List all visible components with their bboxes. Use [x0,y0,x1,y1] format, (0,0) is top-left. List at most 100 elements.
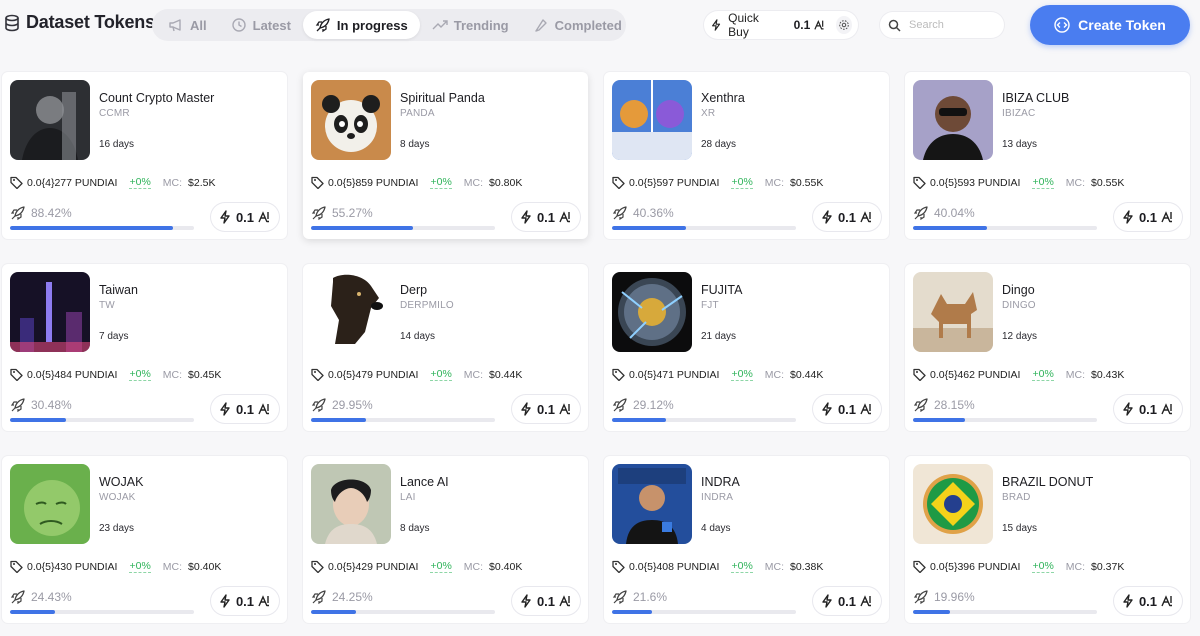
rocket-icon [913,398,928,413]
token-card[interactable]: BRAZIL DONUT BRAD 15 days 0.0{5}396 PUND… [905,456,1190,623]
tab-latest[interactable]: Latest [219,11,303,39]
page-title: Dataset Tokens [26,12,155,32]
rocket-icon [10,206,25,221]
quick-buy-button[interactable]: 0.1 [512,395,580,423]
market-cap-label: MC: [1065,368,1086,381]
token-change: +0% [430,560,452,573]
progress-percent: 30.48% [31,398,72,412]
token-name: Count Crypto Master [99,91,215,105]
quick-buy-button[interactable]: 0.1 [211,203,279,231]
token-name: FUJITA [701,283,743,297]
progress-bar [913,226,1097,230]
quick-buy[interactable]: Quick Buy 0.1 [704,11,858,39]
database-icon [5,14,19,31]
token-name: WOJAK [99,475,144,489]
token-age: 12 days [1002,331,1038,342]
quick-buy-button[interactable]: 0.1 [512,203,580,231]
rocket-icon [311,398,326,413]
megaphone-icon [169,19,181,32]
token-name: Taiwan [99,283,138,297]
market-cap-value: $0.43K [1091,368,1125,381]
market-cap-label: MC: [764,560,785,573]
token-change: +0% [430,176,452,189]
bonding-progress: 55.27% [311,205,373,221]
token-ticker: PANDA [400,108,435,119]
token-card[interactable]: Xenthra XR 28 days 0.0{5}597 PUNDIAI +0%… [604,72,889,239]
tab-completed[interactable]: Completed [521,11,634,39]
token-meta: 0.0{5}597 PUNDIAI +0% MC: $0.55K [612,176,823,189]
tab-all[interactable]: All [156,11,219,39]
tag-icon [913,368,926,381]
token-change: +0% [129,368,151,381]
token-card[interactable]: Spiritual Panda PANDA 8 days 0.0{5}859 P… [303,72,588,239]
quick-buy-settings[interactable] [836,16,852,34]
token-card[interactable]: FUJITA FJT 21 days 0.0{5}471 PUNDIAI +0%… [604,264,889,431]
market-cap-value: $0.44K [489,368,523,381]
tab-label: Trending [453,17,509,33]
token-card[interactable]: WOJAK WOJAK 23 days 0.0{5}430 PUNDIAI +0… [2,456,287,623]
tab-trending[interactable]: Trending [420,11,521,39]
tab-label: In progress [336,17,408,33]
quick-buy-button[interactable]: 0.1 [211,395,279,423]
lightning-icon [220,594,230,608]
token-card[interactable]: Count Crypto Master CCMR 16 days 0.0{4}2… [2,72,287,239]
token-card[interactable]: Dingo DINGO 12 days 0.0{5}462 PUNDIAI +0… [905,264,1190,431]
progress-percent: 55.27% [332,206,373,220]
token-name: INDRA [701,475,740,489]
bonding-progress: 40.36% [612,205,674,221]
tab-in-progress[interactable]: In progress [302,11,420,39]
search-input[interactable] [909,19,989,31]
quick-buy-button[interactable]: 0.1 [1114,203,1182,231]
token-ticker: DINGO [1002,300,1036,311]
market-cap-label: MC: [463,176,484,189]
market-cap-label: MC: [764,176,785,189]
market-cap-value: $0.38K [790,560,824,573]
bonding-progress: 28.15% [913,397,975,413]
token-card[interactable]: Derp DERPMILO 14 days 0.0{5}479 PUNDIAI … [303,264,588,431]
market-cap-value: $2.5K [188,176,216,189]
progress-bar [311,226,495,230]
token-image [612,464,692,544]
token-price: 0.0{5}484 PUNDIAI [27,368,118,381]
token-change: +0% [129,560,151,573]
quick-buy-button[interactable]: 0.1 [813,395,881,423]
token-price: 0.0{4}277 PUNDIAI [27,176,118,189]
token-price: 0.0{5}462 PUNDIAI [930,368,1021,381]
create-token-button[interactable]: Create Token [1030,5,1190,45]
token-logo-icon [258,403,270,415]
quick-buy-button[interactable]: 0.1 [1114,395,1182,423]
tag-icon [913,176,926,189]
progress-percent: 40.36% [633,206,674,220]
token-image-art [10,80,90,160]
token-card[interactable]: IBIZA CLUB IBIZAC 13 days 0.0{5}593 PUND… [905,72,1190,239]
rocket-icon [315,18,330,33]
token-age: 13 days [1002,139,1038,150]
progress-percent: 21.6% [633,590,668,604]
progress-percent: 40.04% [934,206,975,220]
tag-icon [913,560,926,573]
bonding-progress: 40.04% [913,205,975,221]
token-name: Derp [400,283,428,297]
quick-buy-button[interactable]: 0.1 [813,203,881,231]
search-box[interactable] [880,12,1004,38]
token-card[interactable]: Taiwan TW 7 days 0.0{5}484 PUNDIAI +0% M… [2,264,287,431]
progress-percent: 24.43% [31,590,72,604]
quick-buy-value[interactable]: 0.1 [794,18,811,32]
quick-buy-amount: 0.1 [235,401,255,417]
token-meta: 0.0{5}429 PUNDIAI +0% MC: $0.40K [311,560,522,573]
quick-buy-button[interactable]: 0.1 [512,587,580,615]
tag-icon [10,560,23,573]
token-price: 0.0{5}479 PUNDIAI [328,368,419,381]
token-image [612,80,692,160]
token-image [10,80,90,160]
quick-buy-button[interactable]: 0.1 [211,587,279,615]
quick-buy-button[interactable]: 0.1 [813,587,881,615]
token-image [311,464,391,544]
market-cap-value: $0.80K [489,176,523,189]
brand[interactable]: Dataset Tokens [4,12,155,33]
token-logo-icon [860,595,872,607]
token-card[interactable]: Lance AI LAI 8 days 0.0{5}429 PUNDIAI +0… [303,456,588,623]
token-card[interactable]: INDRA INDRA 4 days 0.0{5}408 PUNDIAI +0%… [604,456,889,623]
market-cap-value: $0.45K [188,368,222,381]
quick-buy-button[interactable]: 0.1 [1114,587,1182,615]
